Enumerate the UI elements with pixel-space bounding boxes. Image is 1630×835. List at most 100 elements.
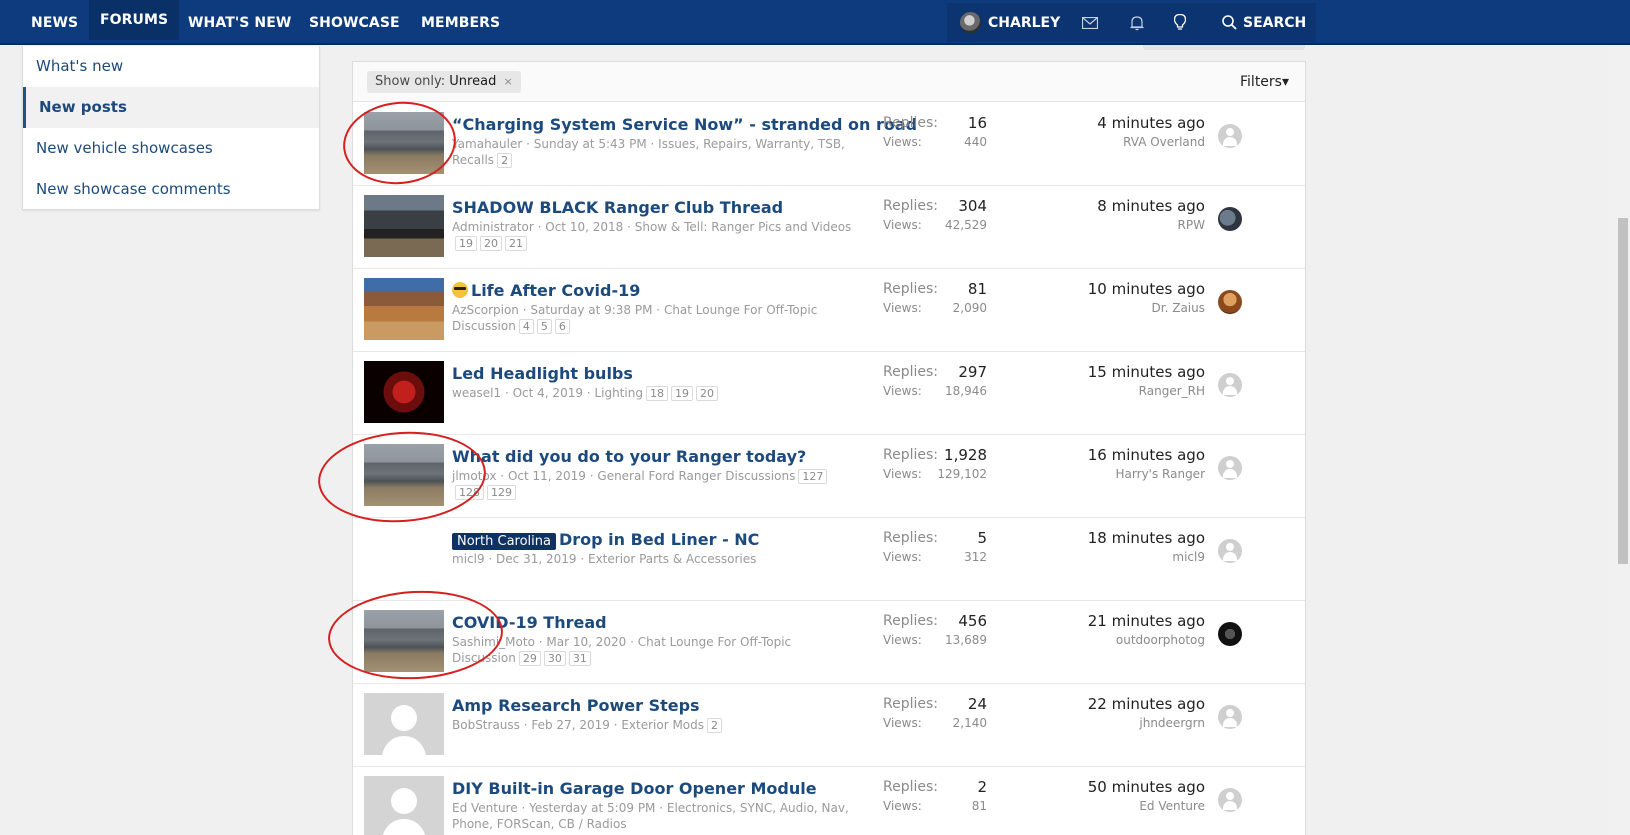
thread-title-text[interactable]: “Charging System Service Now” - stranded… (452, 115, 917, 134)
thread-author[interactable]: Sashimi_Moto (452, 635, 535, 649)
thread-title-text[interactable]: Drop in Bed Liner - NC (559, 530, 759, 549)
thread-author[interactable]: Yamahauler (452, 137, 522, 151)
thread-start-date[interactable]: Feb 27, 2019 (531, 718, 610, 732)
thread-forum[interactable]: Exterior Mods (621, 718, 704, 732)
thread-title[interactable]: SHADOW BLACK Ranger Club Thread (452, 198, 783, 217)
last-post-user[interactable]: jhndeergrn (1139, 716, 1205, 730)
last-poster-avatar[interactable] (1218, 622, 1242, 646)
last-poster-avatar[interactable] (1218, 539, 1242, 563)
page-jump-link[interactable]: 30 (543, 651, 566, 666)
filters-dropdown[interactable]: Filters▾ (1240, 62, 1289, 102)
thread-start-date[interactable]: Oct 10, 2018 (545, 220, 623, 234)
thread-start-date[interactable]: Oct 11, 2019 (508, 469, 586, 483)
last-poster-avatar[interactable] (1218, 207, 1242, 231)
thread-author[interactable]: AzScorpion (452, 303, 519, 317)
thread-row[interactable]: North Carolina Drop in Bed Liner - NC micl… (353, 518, 1305, 601)
thread-start-date[interactable]: Oct 4, 2019 (513, 386, 583, 400)
thread-title-text[interactable]: DIY Built-in Garage Door Opener Module (452, 779, 817, 798)
page-jump-link[interactable]: 19 (455, 236, 477, 251)
last-post-user[interactable]: Harry's Ranger (1116, 467, 1205, 481)
page-jump-link[interactable]: 4 (518, 319, 534, 334)
nav-whats-new[interactable]: WHAT'S NEW (188, 0, 291, 45)
last-post-time[interactable]: 15 minutes ago (1088, 363, 1205, 381)
thread-thumbnail[interactable] (364, 776, 444, 835)
user-menu[interactable]: CHARLEY (960, 0, 1060, 45)
thread-author[interactable]: Ed Venture (452, 801, 518, 815)
last-post-time[interactable]: 8 minutes ago (1097, 197, 1205, 215)
thread-thumbnail[interactable] (364, 195, 444, 257)
last-poster-avatar[interactable] (1218, 124, 1242, 148)
sidebar-item-new-vehicle-showcases[interactable]: New vehicle showcases (23, 128, 319, 169)
thread-title[interactable]: “Charging System Service Now” - stranded… (452, 115, 917, 134)
thread-author[interactable]: BobStrauss (452, 718, 520, 732)
thread-start-date[interactable]: Sunday at 5:43 PM (534, 137, 647, 151)
thread-thumbnail[interactable] (364, 444, 444, 506)
page-jump-link[interactable]: 5 (536, 319, 552, 334)
last-poster-avatar[interactable] (1218, 456, 1242, 480)
thread-start-date[interactable]: Mar 10, 2020 (546, 635, 626, 649)
thread-start-date[interactable]: Dec 31, 2019 (496, 552, 576, 566)
thread-thumbnail[interactable] (364, 693, 444, 755)
last-poster-avatar[interactable] (1218, 705, 1242, 729)
thread-prefix-badge[interactable]: North Carolina (452, 533, 556, 550)
thread-row[interactable]: Life After Covid-19 AzScorpion · Saturday… (353, 269, 1305, 352)
search-button[interactable]: SEARCH (1222, 0, 1306, 45)
scrollbar-thumb[interactable] (1618, 218, 1628, 564)
thread-forum[interactable]: General Ford Ranger Discussions (597, 469, 795, 483)
bell-icon[interactable] (1122, 0, 1152, 45)
lightbulb-icon[interactable] (1165, 0, 1195, 45)
thread-thumbnail[interactable] (364, 527, 444, 589)
last-post-user[interactable]: Ed Venture (1139, 799, 1205, 813)
thread-row[interactable]: COVID-19 Thread Sashimi_Moto · Mar 10, 20… (353, 601, 1305, 684)
thread-title-text[interactable]: Life After Covid-19 (471, 281, 640, 300)
page-jump-link[interactable]: 2 (497, 153, 513, 168)
thread-thumbnail[interactable] (364, 278, 444, 340)
last-post-user[interactable]: RPW (1178, 218, 1205, 232)
thread-forum[interactable]: Exterior Parts & Accessories (588, 552, 756, 566)
thread-row[interactable]: SHADOW BLACK Ranger Club Thread Administr… (353, 186, 1305, 269)
page-jump-link[interactable]: 20 (480, 236, 502, 251)
nav-forums[interactable]: FORUMS (89, 0, 180, 40)
thread-title-text[interactable]: COVID-19 Thread (452, 613, 607, 632)
thread-row[interactable]: What did you do to your Ranger today? jlm… (353, 435, 1305, 518)
page-jump-link[interactable]: 29 (518, 651, 541, 666)
envelope-icon[interactable] (1075, 0, 1105, 45)
page-jump-link[interactable]: 21 (505, 236, 527, 251)
thread-title[interactable]: DIY Built-in Garage Door Opener Module (452, 779, 817, 798)
thread-title-text[interactable]: SHADOW BLACK Ranger Club Thread (452, 198, 783, 217)
last-post-user[interactable]: RVA Overland (1123, 135, 1205, 149)
nav-members[interactable]: MEMBERS (421, 0, 500, 45)
page-jump-link[interactable]: 128 (455, 485, 484, 500)
thread-thumbnail[interactable] (364, 361, 444, 423)
thread-title[interactable]: Amp Research Power Steps (452, 696, 700, 715)
thread-thumbnail[interactable] (364, 112, 444, 174)
thread-title-text[interactable]: What did you do to your Ranger today? (452, 447, 806, 466)
thread-row[interactable]: Led Headlight bulbs weasel1 · Oct 4, 2019… (353, 352, 1305, 435)
thread-author[interactable]: Administrator (452, 220, 534, 234)
last-poster-avatar[interactable] (1218, 788, 1242, 812)
page-jump-link[interactable]: 129 (487, 485, 516, 500)
sidebar-item-whats-new[interactable]: What's new (23, 46, 319, 87)
page-jump-link[interactable]: 2 (707, 718, 723, 733)
last-post-user[interactable]: outdoorphotog (1116, 633, 1205, 647)
sidebar-item-new-showcase-comments[interactable]: New showcase comments (23, 169, 319, 210)
page-jump-link[interactable]: 19 (670, 386, 693, 401)
last-post-time[interactable]: 10 minutes ago (1088, 280, 1205, 298)
filter-chip-unread[interactable]: Show only: Unread × (367, 71, 521, 93)
thread-title[interactable]: What did you do to your Ranger today? (452, 447, 806, 466)
page-jump-link[interactable]: 31 (568, 651, 591, 666)
sidebar-item-new-posts[interactable]: New posts (23, 87, 319, 128)
thread-forum[interactable]: Lighting (594, 386, 643, 400)
last-post-user[interactable]: Dr. Zaius (1152, 301, 1205, 315)
thread-title[interactable]: Led Headlight bulbs (452, 364, 633, 383)
last-post-time[interactable]: 21 minutes ago (1088, 612, 1205, 630)
thread-title[interactable]: Life After Covid-19 (452, 281, 640, 300)
last-post-time[interactable]: 18 minutes ago (1088, 529, 1205, 547)
last-post-time[interactable]: 4 minutes ago (1097, 114, 1205, 132)
thread-title-text[interactable]: Led Headlight bulbs (452, 364, 633, 383)
close-icon[interactable]: × (503, 75, 512, 88)
last-post-time[interactable]: 22 minutes ago (1088, 695, 1205, 713)
thread-author[interactable]: weasel1 (452, 386, 501, 400)
thread-row[interactable]: Amp Research Power Steps BobStrauss · Feb… (353, 684, 1305, 767)
thread-title-text[interactable]: Amp Research Power Steps (452, 696, 700, 715)
